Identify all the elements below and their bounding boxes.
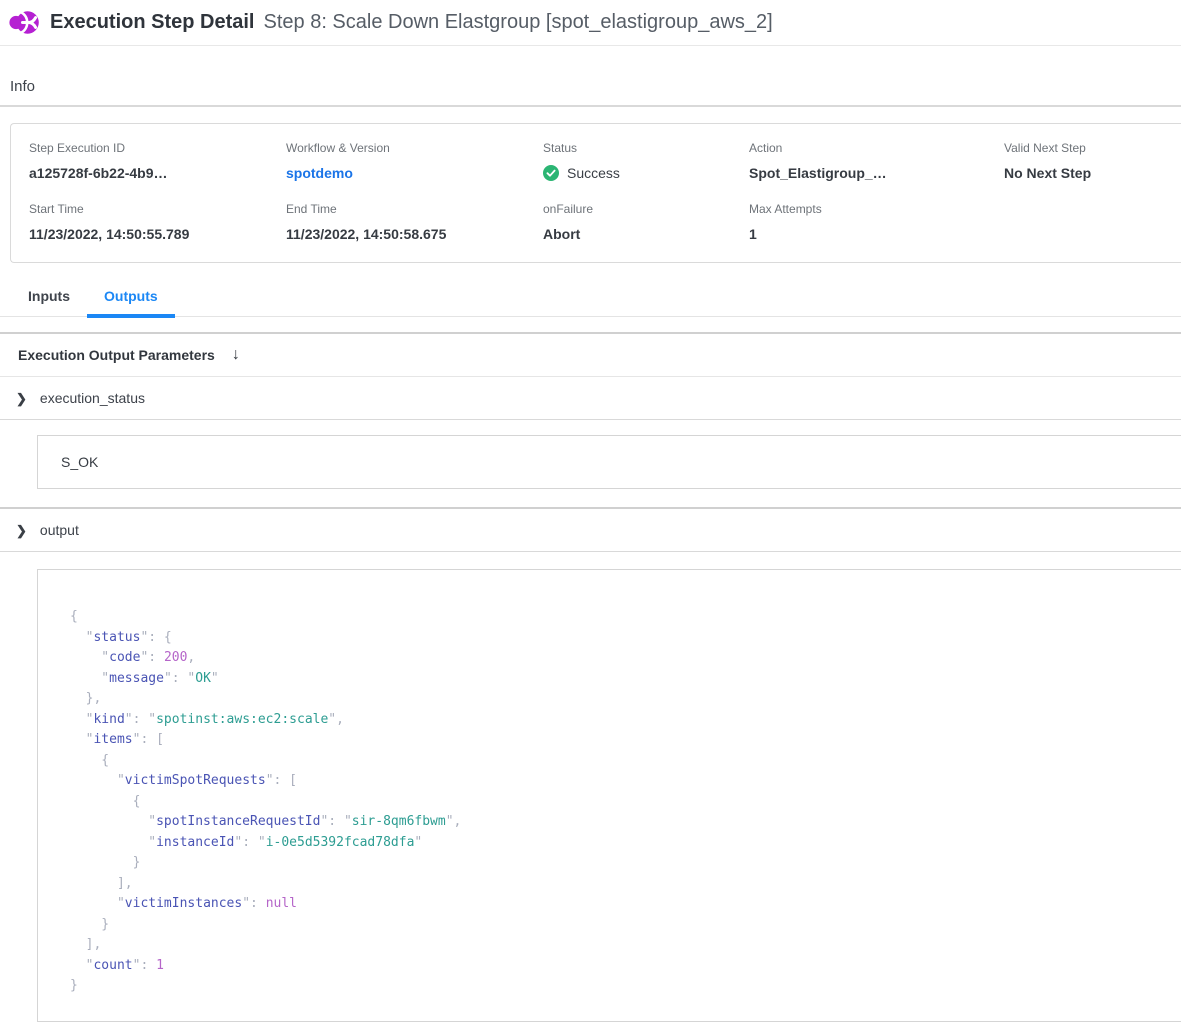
field-onfailure: onFailure Abort — [543, 202, 749, 242]
field-step-execution-id: Step Execution ID a125728f-6b22-4b9… — [29, 141, 286, 181]
field-max-attempts: Max Attempts 1 — [749, 202, 1004, 242]
section-label: execution_status — [40, 390, 145, 406]
app-logo-icon — [8, 7, 39, 38]
section-label: output — [40, 522, 79, 538]
field-start-time: Start Time 11/23/2022, 14:50:55.789 — [29, 202, 286, 242]
chevron-right-icon: ❯ — [16, 392, 27, 405]
field-valid-next-step: Valid Next Step No Next Step — [1004, 141, 1181, 181]
page-header: Execution Step Detail Step 8: Scale Down… — [0, 0, 1181, 46]
field-value: a125728f-6b22-4b9… — [29, 165, 286, 181]
field-workflow-version: Workflow & Version spotdemo — [286, 141, 543, 181]
field-end-time: End Time 11/23/2022, 14:50:58.675 — [286, 202, 543, 242]
field-value: Abort — [543, 226, 749, 242]
workflow-link[interactable]: spotdemo — [286, 165, 543, 181]
json-code: { "status": { "code": 200, "message": "O… — [70, 607, 1181, 997]
field-value: No Next Step — [1004, 165, 1181, 181]
field-value: 11/23/2022, 14:50:55.789 — [29, 226, 286, 242]
field-label: Start Time — [29, 202, 286, 216]
field-status: Status Success — [543, 141, 749, 181]
field-value: 11/23/2022, 14:50:58.675 — [286, 226, 543, 242]
status-text: Success — [567, 165, 620, 181]
page-title: Execution Step Detail — [50, 11, 255, 34]
download-arrow-icon[interactable]: ↓ — [232, 347, 240, 363]
info-card: Step Execution ID a125728f-6b22-4b9… Wor… — [10, 123, 1181, 263]
execution-status-value-box: S_OK — [37, 435, 1181, 489]
field-value: Spot_Elastigroup_… — [749, 165, 1004, 181]
field-label: End Time — [286, 202, 543, 216]
field-label: Workflow & Version — [286, 141, 543, 155]
field-label: Step Execution ID — [29, 141, 286, 155]
field-value: 1 — [749, 226, 1004, 242]
success-check-icon — [543, 165, 559, 181]
info-divider — [0, 105, 1181, 107]
inputs-outputs-tabs: Inputs Outputs — [0, 288, 1181, 317]
field-label: onFailure — [543, 202, 749, 216]
field-label: Status — [543, 141, 749, 155]
section-output[interactable]: ❯ output — [0, 509, 1181, 552]
execution-output-parameters-label: Execution Output Parameters — [18, 347, 215, 363]
execution-status-value: S_OK — [61, 454, 98, 470]
field-label: Max Attempts — [749, 202, 1004, 216]
field-label: Valid Next Step — [1004, 141, 1181, 155]
page-subtitle: Step 8: Scale Down Elastgroup [spot_elas… — [264, 11, 773, 34]
chevron-right-icon: ❯ — [16, 524, 27, 537]
info-section-label: Info — [10, 78, 1181, 95]
output-json-box: { "status": { "code": 200, "message": "O… — [37, 569, 1181, 1022]
field-action: Action Spot_Elastigroup_… — [749, 141, 1004, 181]
tab-inputs[interactable]: Inputs — [11, 288, 87, 316]
tab-outputs[interactable]: Outputs — [87, 288, 175, 316]
section-execution-status[interactable]: ❯ execution_status — [0, 377, 1181, 420]
status-badge: Success — [543, 165, 749, 181]
field-label: Action — [749, 141, 1004, 155]
execution-output-parameters-header: Execution Output Parameters ↓ — [0, 334, 1181, 377]
